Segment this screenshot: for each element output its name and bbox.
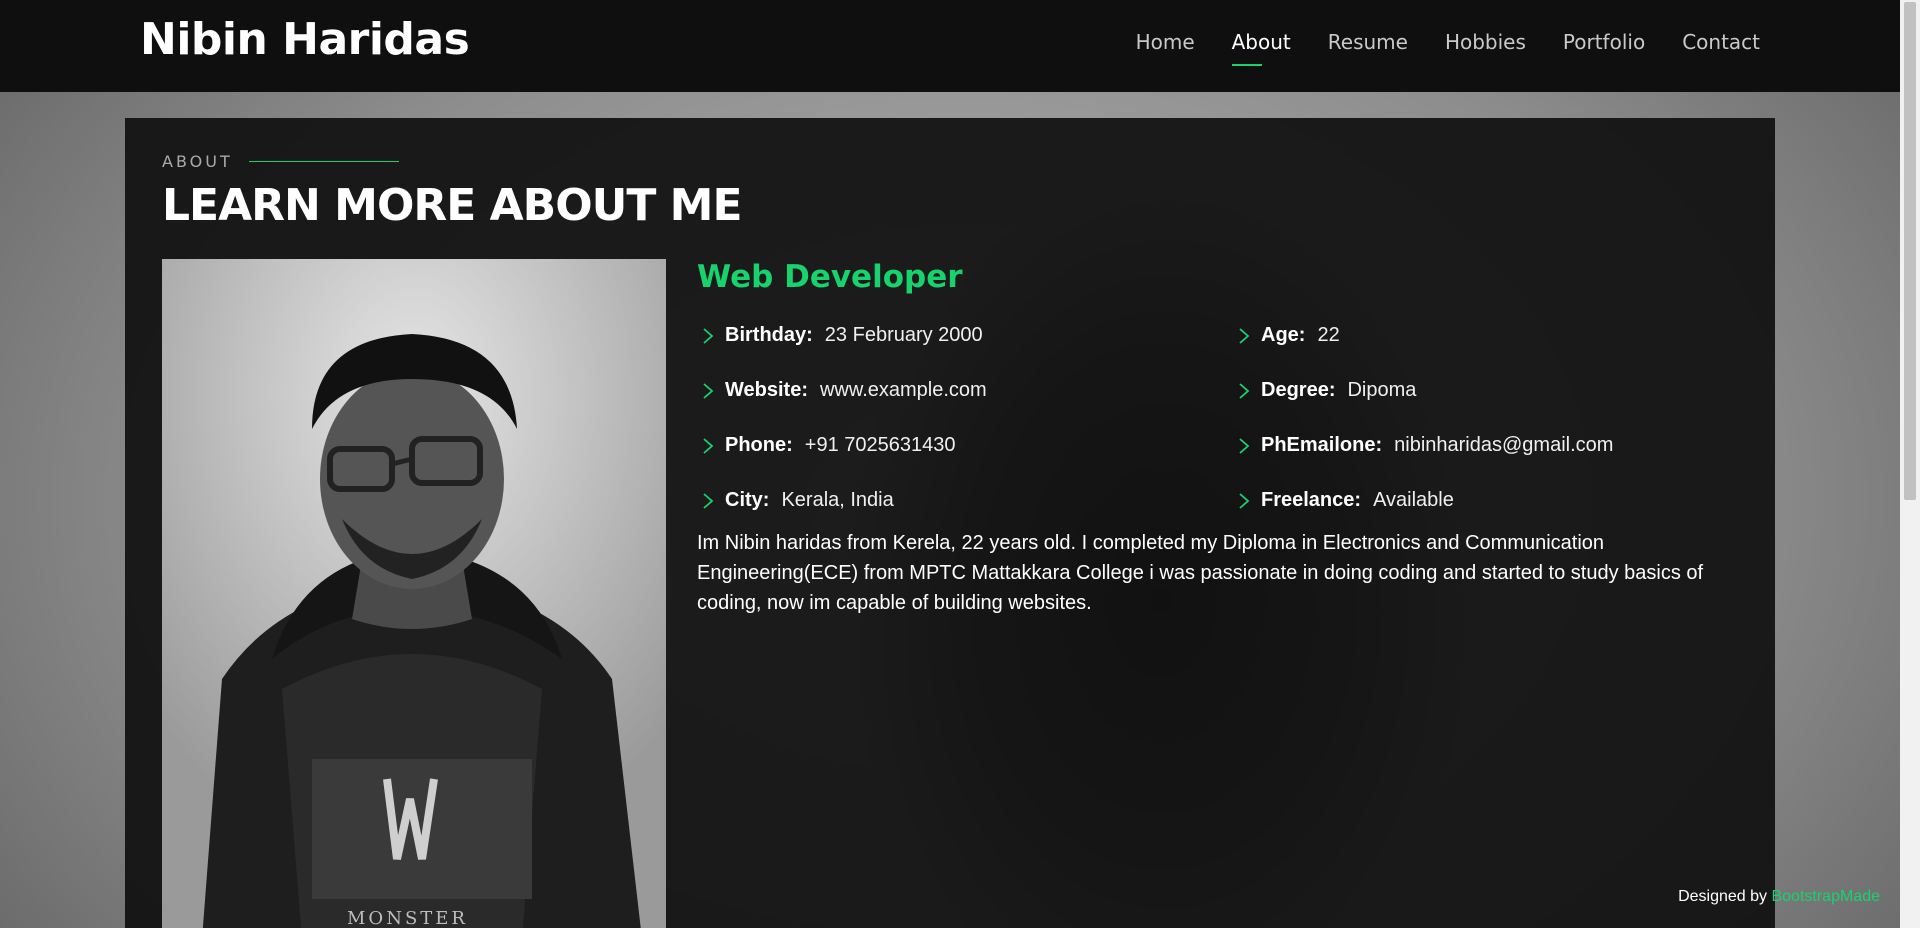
info-value: www.example.com	[819, 379, 987, 401]
section-label-text: ABOUT	[162, 152, 233, 171]
info-key: Birthday:	[725, 324, 813, 346]
svg-text:MONSTER: MONSTER	[347, 908, 468, 928]
profile-photo: MONSTER	[162, 259, 666, 928]
section-label: ABOUT	[162, 152, 399, 171]
chevron-right-icon	[1239, 492, 1250, 509]
info-value: nibinharidas@gmail.com	[1394, 434, 1614, 456]
info-item-age: Age: 22	[1235, 308, 1613, 363]
main-nav: Home About Resume Hobbies Portfolio Cont…	[1136, 30, 1760, 66]
credits-prefix: Designed by	[1678, 888, 1772, 905]
info-item-website: Website: www.example.com	[699, 363, 987, 418]
info-key: Age:	[1261, 324, 1306, 346]
chevron-right-icon	[1239, 437, 1250, 454]
chevron-right-icon	[1239, 382, 1250, 399]
site-header: Nibin Haridas Home About Resume Hobbies …	[0, 0, 1900, 92]
info-list-right: Age: 22 Degree: Dipoma PhEmailone: nibin…	[1235, 308, 1613, 528]
info-value: Kerala, India	[781, 489, 894, 511]
credits-link[interactable]: BootstrapMade	[1771, 888, 1880, 905]
chevron-right-icon	[703, 382, 714, 399]
profile-photo-illustration: MONSTER	[162, 259, 666, 928]
about-section: ABOUT LEARN MORE ABOUT ME MONSTER Web De…	[125, 118, 1775, 928]
vertical-scrollbar[interactable]	[1900, 0, 1920, 928]
info-item-email: PhEmailone: nibinharidas@gmail.com	[1235, 418, 1613, 473]
section-label-divider	[248, 161, 399, 162]
chevron-right-icon	[703, 327, 714, 344]
nav-hobbies[interactable]: Hobbies	[1445, 30, 1526, 60]
info-item-birthday: Birthday: 23 February 2000	[699, 308, 987, 363]
nav-about[interactable]: About	[1231, 30, 1291, 66]
info-key: Freelance:	[1261, 489, 1362, 511]
info-item-phone: Phone: +91 7025631430	[699, 418, 987, 473]
nav-portfolio[interactable]: Portfolio	[1563, 30, 1645, 60]
nav-contact[interactable]: Contact	[1682, 30, 1760, 60]
role-title: Web Developer	[697, 259, 963, 295]
bio-paragraph: Im Nibin haridas from Kerela, 22 years o…	[697, 532, 1704, 614]
info-key: Website:	[725, 379, 808, 401]
scrollbar-thumb[interactable]	[1904, 2, 1916, 500]
section-title: LEARN MORE ABOUT ME	[162, 180, 743, 231]
info-key: Phone:	[725, 434, 793, 456]
info-list-left: Birthday: 23 February 2000 Website: www.…	[699, 308, 987, 528]
info-value: +91 7025631430	[804, 434, 956, 456]
credits: Designed by BootstrapMade	[1678, 888, 1880, 906]
info-key: PhEmailone:	[1261, 434, 1383, 456]
info-value: 23 February 2000	[824, 324, 983, 346]
info-key: City:	[725, 489, 770, 511]
info-value: Dipoma	[1347, 379, 1417, 401]
info-item-freelance: Freelance: Available	[1235, 473, 1613, 528]
chevron-right-icon	[703, 437, 714, 454]
info-value: Available	[1373, 489, 1454, 511]
site-logo[interactable]: Nibin Haridas	[140, 14, 470, 65]
info-key: Degree:	[1261, 379, 1336, 401]
chevron-right-icon	[1239, 327, 1250, 344]
info-item-city: City: Kerala, India	[699, 473, 987, 528]
nav-home[interactable]: Home	[1136, 30, 1195, 60]
info-item-degree: Degree: Dipoma	[1235, 363, 1613, 418]
nav-resume[interactable]: Resume	[1328, 30, 1408, 60]
info-value: 22	[1317, 324, 1340, 346]
chevron-right-icon	[703, 492, 714, 509]
